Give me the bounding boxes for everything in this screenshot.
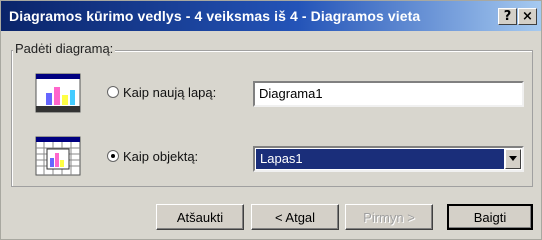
new-sheet-radio[interactable] <box>107 86 119 98</box>
new-sheet-chart-icon <box>35 73 81 115</box>
placement-group-label: Padėti diagramą: <box>13 41 116 56</box>
title-bar[interactable]: Diagramos kūrimo vedlys - 4 veiksmas iš … <box>1 1 541 31</box>
new-sheet-label: Kaip naują lapą: <box>123 85 217 100</box>
sheet-select[interactable]: Lapas1 <box>253 146 524 172</box>
dropdown-arrow-icon[interactable] <box>505 149 521 169</box>
finish-button[interactable]: Baigti <box>447 204 533 230</box>
close-button[interactable]: × <box>518 8 537 25</box>
back-button[interactable]: < Atgal <box>251 204 339 230</box>
sheet-select-value: Lapas1 <box>256 149 504 169</box>
chart-wizard-dialog: Diagramos kūrimo vedlys - 4 veiksmas iš … <box>0 0 542 240</box>
new-sheet-name-input[interactable]: Diagrama1 <box>253 81 524 107</box>
as-object-label: Kaip objektą: <box>123 149 199 164</box>
embedded-object-chart-icon <box>35 136 81 178</box>
next-button[interactable]: Pirmyn > <box>345 204 433 230</box>
as-object-radio[interactable] <box>107 150 119 162</box>
cancel-button[interactable]: Atšaukti <box>156 204 244 230</box>
window-title: Diagramos kūrimo vedlys - 4 veiksmas iš … <box>9 8 421 24</box>
radio-selected-dot <box>111 154 115 158</box>
help-button[interactable]: ? <box>498 8 517 25</box>
